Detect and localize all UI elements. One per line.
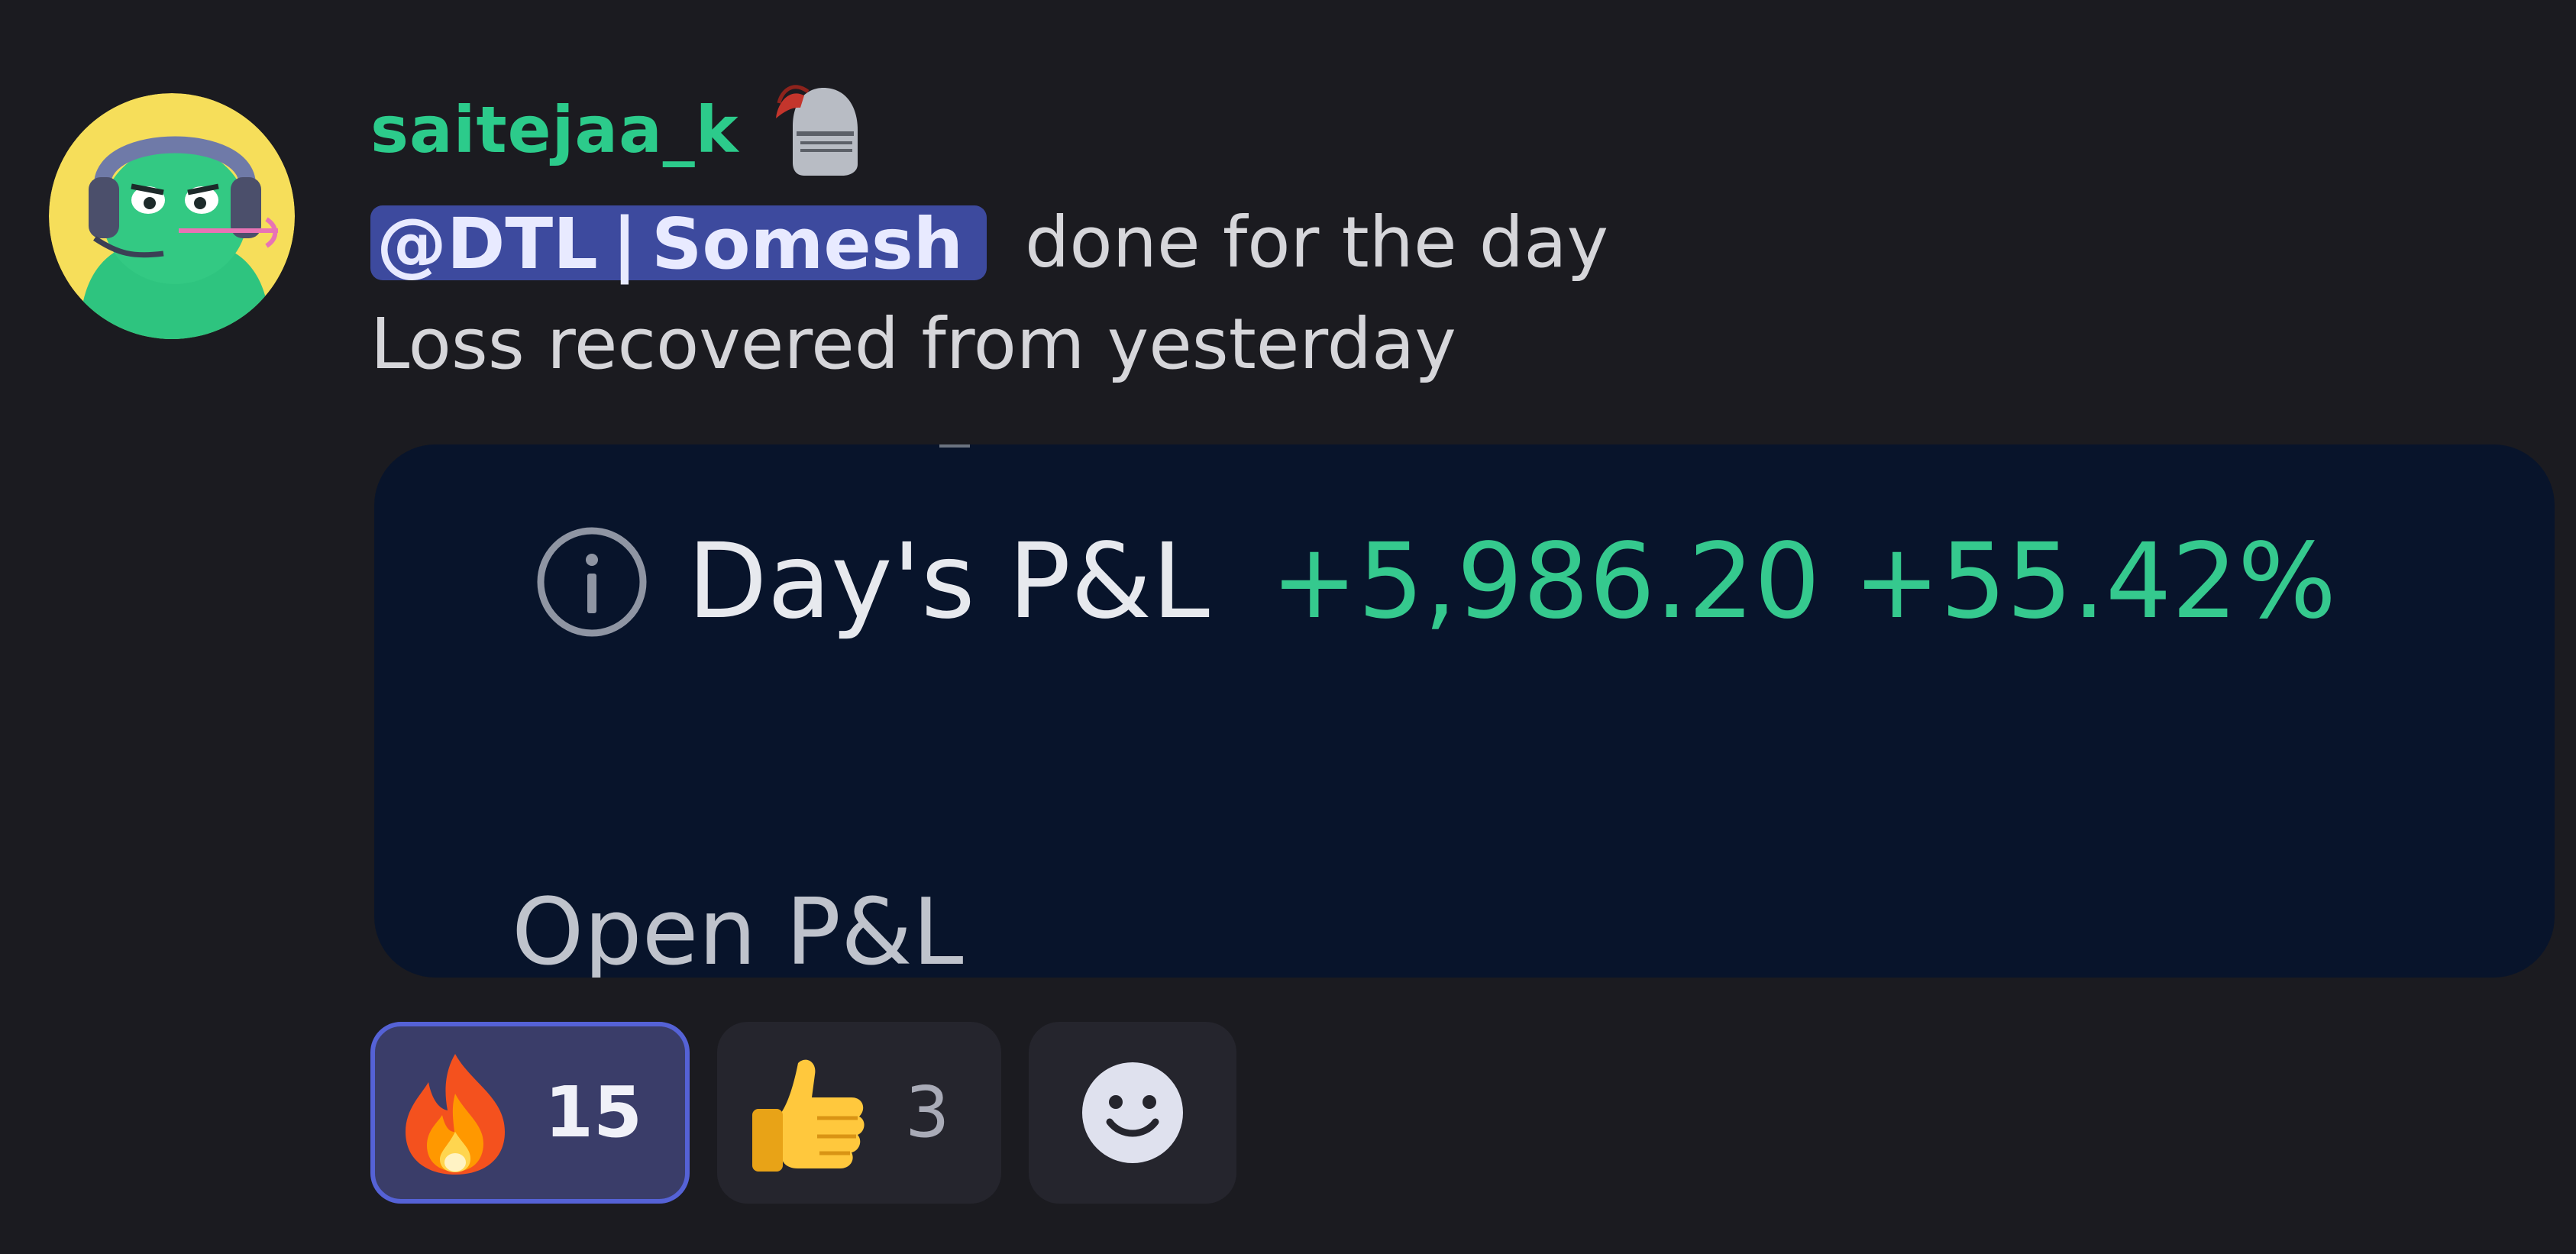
pnl-row: Day's P&L +5,986.20 +55.42%	[535, 521, 2336, 643]
smiley-icon	[1082, 1062, 1183, 1163]
reaction-fire[interactable]: 15	[370, 1022, 690, 1204]
message-header: saitejaa_k	[370, 84, 877, 176]
reaction-count: 15	[545, 1071, 643, 1153]
reaction-count: 3	[905, 1071, 950, 1153]
fire-icon	[406, 1054, 505, 1175]
image-attachment[interactable]: Day's P&L +5,986.20 +55.42% Open P&L	[374, 444, 2555, 978]
reactions-bar: 15 3	[370, 1022, 1236, 1204]
message-text-line-2: Loss recovered from yesterday	[370, 303, 1456, 385]
pnl-label: Day's P&L	[687, 522, 1210, 642]
avatar-image	[49, 93, 295, 339]
message-text: done for the day	[1025, 201, 1609, 283]
pnl-value: +5,986.20 +55.42%	[1270, 522, 2337, 642]
add-reaction-button[interactable]	[1029, 1022, 1236, 1204]
thumbs-up-icon	[752, 1059, 865, 1172]
avatar[interactable]	[49, 93, 295, 339]
info-icon	[537, 527, 647, 637]
user-mention[interactable]: @DTL | Somesh	[370, 205, 987, 280]
knight-helmet-icon	[775, 85, 858, 176]
reaction-thumbs-up[interactable]: 3	[717, 1022, 1001, 1204]
open-pnl-label: Open P&L	[512, 880, 964, 978]
divider	[939, 444, 970, 448]
username[interactable]: saitejaa_k	[370, 98, 739, 162]
message-line-1: @DTL | Somesh done for the day	[370, 191, 1608, 294]
